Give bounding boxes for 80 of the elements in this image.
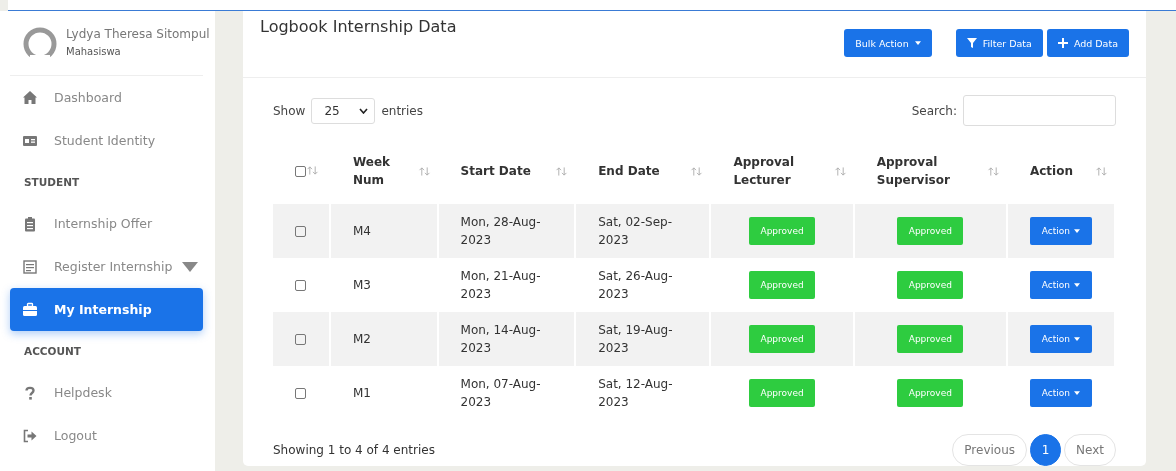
chevron-icon [359,107,369,114]
next-button[interactable]: Next [1064,434,1116,466]
select-all-checkbox[interactable] [295,166,306,177]
status-badge: Approved [897,271,964,299]
action-button[interactable]: Action [1029,217,1092,245]
search-label: Search: [911,103,957,118]
question-icon [22,384,38,401]
column-header[interactable]: Action [1029,162,1073,180]
caret-icon [1074,283,1081,287]
status-badge: Approved [749,379,816,407]
clipboard-icon [22,215,38,232]
sidebar-item[interactable]: Helpdesk [10,371,203,414]
dropdown-button[interactable]: Bulk Action [844,29,932,57]
column-header[interactable]: Approval Lecturer [733,153,804,189]
table-cell: M4 [352,224,371,238]
sort-icon[interactable] [833,166,847,176]
table-cell-text: Mon, 21-Aug-2023 [460,268,542,303]
logout-icon [22,427,38,444]
action-button[interactable]: Action [1029,379,1092,407]
card-title: Logbook Internship Data [260,17,458,36]
table-cell-text: Mon, 28-Aug-2023 [460,214,542,249]
caret-icon [914,41,921,45]
status-badge: Approved [897,325,964,353]
user-name: Lydya Theresa Sitompul [66,27,210,41]
table-cell-text: Sat, 12-Aug-2023 [598,376,674,411]
sort-icon[interactable] [1095,166,1108,176]
status-badge: Approved [749,217,816,245]
avatar-icon [22,27,58,63]
sort-icon[interactable] [690,166,704,176]
table-cell: M1 [352,386,371,400]
briefcase-icon [22,301,38,318]
status-badge: Approved [749,325,816,353]
table-cell-text: Sat, 19-Aug-2023 [598,322,674,357]
column-header[interactable]: End Date [598,162,660,180]
action-button[interactable]: Action [1029,325,1092,353]
home-icon [22,89,38,106]
sidebar-item[interactable]: Logout [10,414,203,457]
filter-button[interactable]: Filter Data [955,29,1043,57]
sidebar-item[interactable]: Register Internship [10,245,203,288]
sort-icon[interactable] [306,166,319,175]
row-checkbox[interactable] [295,280,306,291]
caret-icon [1074,337,1081,341]
sort-icon[interactable] [986,166,1000,176]
caret-icon [1074,391,1081,395]
table-cell: M2 [352,332,371,346]
table-cell-text: Mon, 14-Aug-2023 [460,322,542,357]
plus-icon [1057,38,1068,48]
search-field[interactable] [963,95,1116,126]
table-cell-text: Sat, 02-Sep-2023 [598,214,673,249]
status-badge: Approved [749,271,816,299]
sidebar-item[interactable]: Student Identity [10,119,203,162]
column-header[interactable]: Start Date [460,162,531,180]
form-icon [22,258,38,275]
caret-icon [1074,229,1081,233]
sidebar-item[interactable]: Internship Offer [10,202,203,245]
sidebar-item[interactable]: Dashboard [10,76,203,119]
filter-icon [966,38,977,48]
sort-icon[interactable] [417,166,431,176]
table-cell: M3 [352,278,371,292]
column-header[interactable]: Week Num [352,153,418,189]
status-badge: Approved [897,379,964,407]
entries-select[interactable]: 25 [311,97,376,124]
add-button[interactable]: Add Data [1046,29,1129,57]
status-badge: Approved [897,217,964,245]
show-label: Show [273,103,306,118]
sidebar-section-label: ACCOUNT [23,344,82,359]
row-checkbox[interactable] [295,226,306,237]
entries-info: Showing 1 to 4 of 4 entries [273,443,435,457]
row-checkbox[interactable] [295,388,306,399]
table-cell-text: Mon, 07-Aug-2023 [460,376,542,411]
table-cell-text: Sat, 26-Aug-2023 [598,268,674,303]
page-button[interactable]: 1 [1030,434,1062,466]
sort-icon[interactable] [555,166,569,176]
user-role: Mahasiswa [66,46,122,57]
row-checkbox[interactable] [295,334,306,345]
previous-button[interactable]: Previous [952,434,1028,466]
sidebar-item[interactable]: My Internship [10,288,203,331]
sidebar-section-label: STUDENT [23,175,81,190]
action-button[interactable]: Action [1029,271,1092,299]
entries-label: entries [381,103,423,118]
